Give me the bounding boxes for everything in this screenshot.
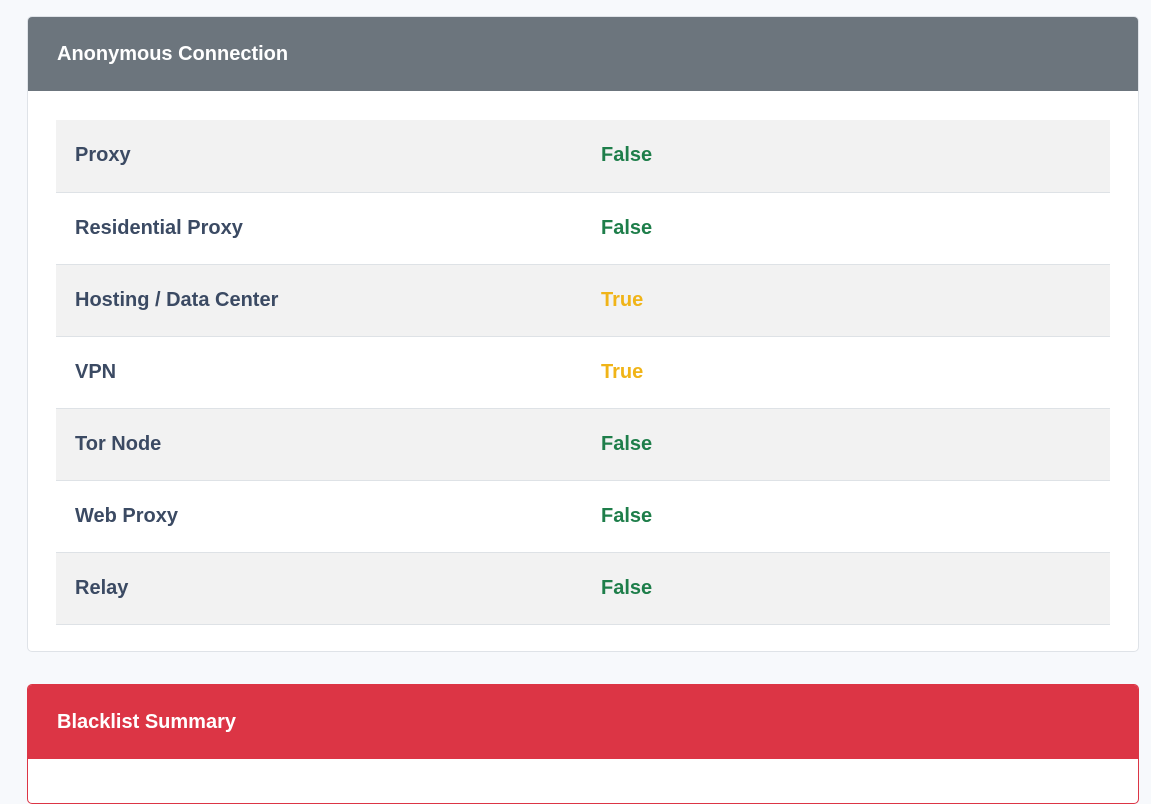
table-row-hosting-data-center: Hosting / Data Center True [56, 264, 1110, 337]
blacklist-summary-card: Blacklist Summary [27, 684, 1139, 804]
row-label: Web Proxy [56, 480, 583, 553]
table-row-proxy: Proxy False [56, 120, 1110, 193]
anonymous-connection-card: Anonymous Connection Proxy False Residen… [27, 16, 1139, 652]
anonymous-connection-table: Proxy False Residential Proxy False Host… [56, 120, 1110, 625]
table-row-residential-proxy: Residential Proxy False [56, 192, 1110, 265]
row-value: False [583, 120, 1110, 193]
row-label: Proxy [56, 120, 583, 193]
table-row-relay: Relay False [56, 552, 1110, 625]
row-value: False [583, 192, 1110, 265]
blacklist-summary-header: Blacklist Summary [28, 685, 1138, 759]
row-value: True [583, 336, 1110, 409]
anonymous-connection-title: Anonymous Connection [57, 42, 289, 65]
table-row-web-proxy: Web Proxy False [56, 480, 1110, 553]
row-value: False [583, 480, 1110, 553]
blacklist-summary-title: Blacklist Summary [57, 710, 236, 733]
row-value: False [583, 552, 1110, 625]
row-label: Relay [56, 552, 583, 625]
row-label: Hosting / Data Center [56, 264, 583, 337]
row-label: Tor Node [56, 408, 583, 481]
anonymous-connection-body: Proxy False Residential Proxy False Host… [28, 91, 1138, 625]
table-row-vpn: VPN True [56, 336, 1110, 409]
row-value: True [583, 264, 1110, 337]
anonymous-connection-header: Anonymous Connection [28, 17, 1138, 91]
row-label: VPN [56, 336, 583, 409]
row-value: False [583, 408, 1110, 481]
row-label: Residential Proxy [56, 192, 583, 265]
table-row-tor-node: Tor Node False [56, 408, 1110, 481]
